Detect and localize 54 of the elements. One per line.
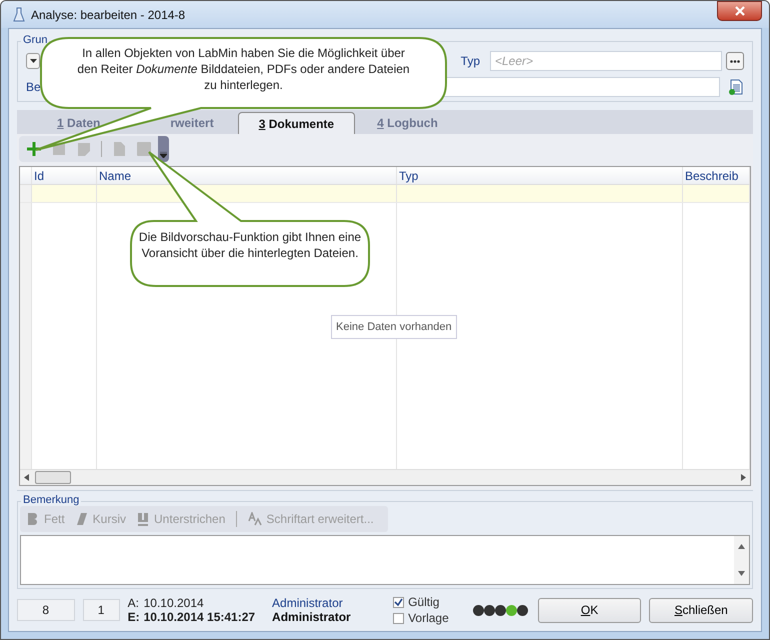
plus-icon (26, 141, 42, 157)
edited-date: 10.10.2014 15:41:27 (144, 610, 256, 624)
type-field[interactable]: <Leer> (490, 51, 722, 71)
close-button[interactable] (717, 1, 762, 20)
right-arrow-icon (741, 474, 746, 481)
italic-icon (74, 512, 89, 526)
caret-icon (30, 59, 36, 63)
flask-icon (13, 6, 25, 22)
remark-field[interactable] (20, 535, 750, 585)
dialog-button[interactable]: Schließen (649, 598, 753, 622)
created-date: 10.10.2014 (144, 596, 204, 610)
ellipsis-icon (730, 60, 740, 62)
tooltip-text: Die Bildvorschau-Funktion gibt Ihnen eine Voransicht über die hinterlegten Dateien. (138, 229, 362, 261)
field-label: A: (128, 596, 140, 610)
checkbox-label: Vorlage (408, 611, 449, 625)
window-title: Analyse: bearbeiten - 2014-8 (31, 8, 186, 22)
underline-icon (136, 512, 150, 526)
dialog-button[interactable]: OK (538, 598, 642, 622)
overflow-button[interactable] (158, 136, 169, 162)
group-label: Grun (21, 34, 50, 46)
column-header[interactable]: Typ (397, 167, 683, 184)
checkbox[interactable] (393, 612, 404, 624)
up-arrow-icon (738, 544, 745, 549)
edited-by: Administrator (272, 610, 352, 624)
checkbox[interactable] (393, 596, 404, 608)
browse-button[interactable] (726, 52, 744, 70)
group-label: Bemerkung (21, 494, 82, 506)
version-field: 1 (82, 599, 120, 621)
scroll-thumb[interactable] (35, 471, 71, 484)
left-arrow-icon (24, 474, 29, 481)
down-arrow-icon (738, 571, 745, 576)
bold-icon (26, 512, 40, 526)
empty-message: Keine Daten vorhanden (331, 315, 457, 339)
tab[interactable]: 3 Dokumente (238, 112, 356, 134)
scrollbar[interactable] (734, 536, 749, 584)
caret-icon (160, 152, 167, 158)
field-label: Typ (460, 54, 480, 68)
count-field: 8 (17, 599, 75, 621)
check-icon (394, 598, 404, 606)
field-label: E: (128, 610, 140, 624)
shield-icon (76, 141, 92, 157)
column-header[interactable]: Id (32, 167, 97, 184)
column-header[interactable]: Beschreib (683, 167, 750, 184)
scrollbar[interactable] (20, 469, 750, 485)
tooltip-text: In allen Objekten von LabMin haben Sie die Möglichkeit über den Reiter Dokumente Bilddateien, PDFs oder andere Dateien zu hinterlegen. (76, 45, 411, 93)
document-icon (728, 79, 744, 95)
square-icon (136, 141, 152, 157)
font-icon (248, 512, 262, 526)
dropdown-button[interactable] (26, 53, 40, 69)
checkbox-label: Gültig (408, 595, 440, 609)
close-icon (734, 6, 744, 16)
page-icon (111, 141, 127, 157)
field-label: Be (26, 80, 41, 94)
created-by: Administrator (272, 596, 344, 610)
